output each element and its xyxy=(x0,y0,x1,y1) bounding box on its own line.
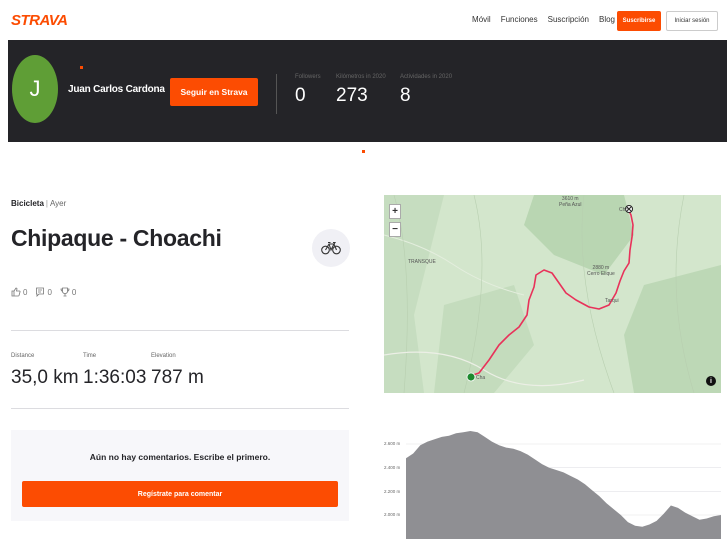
trophy-icon xyxy=(60,287,70,297)
elevation-tick-label: 2.600 m xyxy=(384,441,401,446)
decorative-dot xyxy=(362,150,365,153)
elevation-chart xyxy=(406,431,721,539)
achievements-action[interactable]: 0 xyxy=(60,287,76,297)
map-label-road: TRANSQUE xyxy=(408,259,436,265)
kudos-action[interactable]: 0 xyxy=(11,287,27,297)
metric-label: Elevation xyxy=(151,353,176,359)
social-actions: 0 0 0 xyxy=(11,287,76,297)
zoom-out-button[interactable]: − xyxy=(389,222,401,237)
thumbs-up-icon xyxy=(11,287,21,297)
peak-name: Peña Azul xyxy=(559,202,582,208)
stat-label: Actividades in 2020 xyxy=(400,74,453,80)
comment-icon xyxy=(36,287,45,297)
elevation-tick-label: 2.400 m xyxy=(384,465,401,470)
comment-action[interactable]: 0 xyxy=(35,287,52,297)
comment-count: 0 xyxy=(47,287,52,297)
subscribe-button[interactable]: Suscribirse xyxy=(617,11,661,31)
metric-elevation: Elevation 787 m xyxy=(151,353,231,389)
comments-section: Aún no hay comentarios. Escribe el prime… xyxy=(11,430,349,521)
map-terrain xyxy=(384,195,721,393)
achievements-count: 0 xyxy=(71,287,77,297)
follow-button[interactable]: Seguir en Strava xyxy=(170,78,258,106)
bike-icon xyxy=(312,229,350,267)
metric-value: 35,0 km xyxy=(11,367,79,388)
breadcrumb-separator: | xyxy=(45,199,48,208)
map-label-peak: 2880 m Cerro Elique xyxy=(587,265,615,277)
stat-value: 0 xyxy=(295,85,306,106)
athlete-header: J Juan Carlos Cardona Seguir en Strava F… xyxy=(8,40,727,142)
activity-type[interactable]: Bicicleta xyxy=(11,199,44,208)
zoom-in-button[interactable]: + xyxy=(389,204,401,219)
map-label-start: Cha xyxy=(476,375,486,381)
bike-icon-svg xyxy=(321,241,341,255)
stat-followers: Followers 0 xyxy=(295,74,321,107)
metric-label: Time xyxy=(83,353,97,359)
nav-links: Móvil Funciones Suscripción Blog xyxy=(472,15,615,24)
nav-link-suscripcion[interactable]: Suscripción xyxy=(548,15,589,24)
stat-activities: Actividades in 2020 8 xyxy=(400,74,452,107)
avatar[interactable]: J xyxy=(12,55,58,123)
activity-title: Chipaque - Choachi xyxy=(11,225,222,251)
divider xyxy=(11,330,349,331)
metric-distance: Distance 35,0 km xyxy=(11,353,83,389)
metric-value: 787 m xyxy=(151,367,204,388)
metric-label: Distance xyxy=(11,353,35,359)
map-label-end: Cho xyxy=(619,207,629,213)
map-label-town: Tarqui xyxy=(605,298,619,304)
stat-label: Followers xyxy=(295,74,321,80)
elevation-tick-label: 2.200 m xyxy=(384,489,401,494)
activity-metrics: Distance 35,0 km Time 1:36:03 Elevation … xyxy=(11,353,231,389)
metric-value: 1:36:03 xyxy=(83,367,147,388)
peak-name: Cerro Elique xyxy=(587,271,615,277)
strava-logo[interactable]: STRAVA xyxy=(11,12,68,29)
stat-value: 273 xyxy=(336,85,368,106)
no-comments-text: Aún no hay comentarios. Escribe el prime… xyxy=(89,452,271,462)
metric-time: Time 1:36:03 xyxy=(83,353,151,389)
elevation-tick-label: 2.000 m xyxy=(384,512,401,517)
activity-type-breadcrumb: Bicicleta | Ayer xyxy=(11,199,66,208)
route-map[interactable]: + − 3610 m Peña Azul Cho 2880 m Cerro Eliq… xyxy=(384,195,721,393)
top-nav: STRAVA Móvil Funciones Suscripción Blog … xyxy=(0,0,727,40)
activity-date: Ayer xyxy=(49,199,67,208)
login-button[interactable]: Iniciar sesión xyxy=(666,11,718,31)
athlete-name[interactable]: Juan Carlos Cardona xyxy=(68,84,165,95)
info-icon[interactable]: i xyxy=(706,376,716,386)
nav-link-blog[interactable]: Blog xyxy=(599,15,615,24)
kudos-count: 0 xyxy=(23,287,28,297)
elevation-area xyxy=(406,431,721,539)
stats-divider xyxy=(276,74,277,114)
stat-value: 8 xyxy=(400,85,411,106)
nav-link-funciones[interactable]: Funciones xyxy=(501,15,538,24)
decorative-dot xyxy=(80,66,83,69)
stat-kilometers: Kilómetros in 2020 273 xyxy=(336,74,386,107)
nav-link-movil[interactable]: Móvil xyxy=(472,15,491,24)
map-label-peak: 3610 m Peña Azul xyxy=(559,196,582,208)
divider xyxy=(11,408,349,409)
stat-label: Kilómetros in 2020 xyxy=(336,74,386,80)
elevation-profile[interactable]: 2.600 m 2.400 m 2.200 m 2.000 m xyxy=(384,425,721,539)
register-to-comment-button[interactable]: Regístrate para comentar xyxy=(22,481,338,507)
